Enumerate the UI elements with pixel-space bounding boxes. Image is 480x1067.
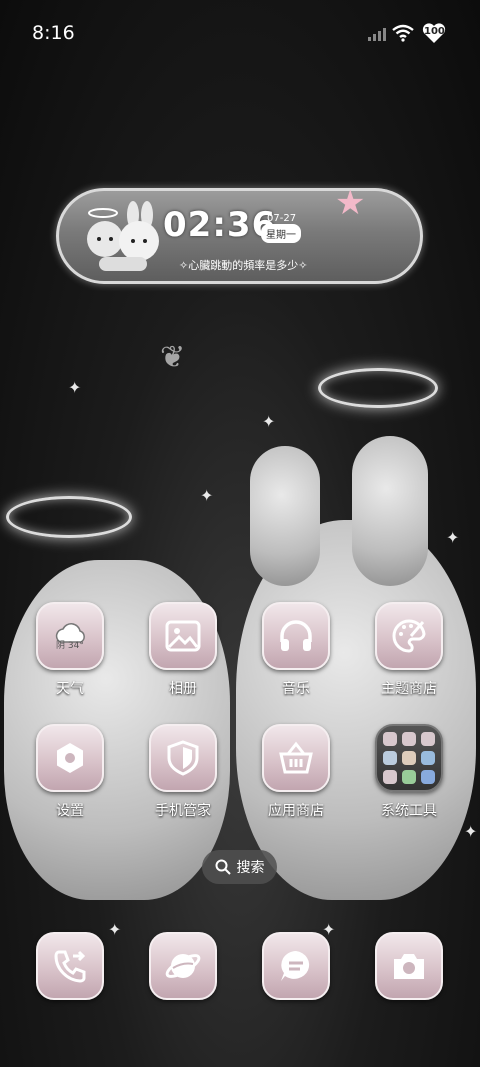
messages-icon [262,932,330,1000]
battery-level: 100 [424,26,445,37]
folder-mini-icon [402,770,416,784]
sparkle-decoration: ✦ [68,378,82,397]
app-music[interactable]: 音乐 [251,602,341,698]
basket-icon [262,724,330,792]
folder-mini-icon [402,751,416,765]
folder-mini-icon [402,732,416,746]
sparkle-decoration: ✦ [262,412,276,431]
app-label: 应用商店 [268,803,324,819]
app-theme-store[interactable]: 主题商店 [364,602,454,698]
folder-mini-icon [383,751,397,765]
bunny-plush-decoration [236,520,476,900]
app-system-tools-folder[interactable]: 系统工具 [364,724,454,820]
angel-plush-art-icon [87,201,159,271]
app-label: 主题商店 [381,681,437,697]
dock-messages[interactable] [261,932,331,1000]
folder-mini-icon [383,770,397,784]
status-time: 8:16 [32,22,75,44]
star-decoration-icon: ★ [335,183,366,223]
widget-caption: ✧心臟跳動的頻率是多少✧ [179,259,308,272]
bunny-ear-decoration [250,446,320,586]
clock-widget[interactable]: 02:36 07-27 星期一 ✧心臟跳動的頻率是多少✧ ★ [56,183,423,284]
wallpaper: ✦ ✦ ✦ ✦ ✦ ✦ ✦ ❦ [0,0,480,1067]
folder-mini-icon [421,732,435,746]
app-gallery[interactable]: 相册 [138,602,228,698]
widget-time: 02:36 [163,205,277,245]
folder-mini-icon [421,770,435,784]
cellular-signal-icon [368,28,386,41]
app-label: 相册 [169,681,197,697]
halo-decoration [6,496,132,538]
folder-mini-icon [383,732,397,746]
app-app-store[interactable]: 应用商店 [251,724,341,820]
app-weather[interactable]: 阴 34° 天气 [25,602,115,698]
app-label: 音乐 [282,681,310,697]
widget-weekday: 星期一 [261,224,301,243]
headphones-icon [262,602,330,670]
bunny-ear-decoration [352,436,428,586]
gallery-icon [149,602,217,670]
weather-temp: 阴 34° [56,641,84,651]
dock-browser[interactable] [148,932,218,1000]
search-icon [215,859,231,875]
sparkle-decoration: ✦ [464,822,478,841]
wifi-icon [392,24,414,42]
browser-icon [149,932,217,1000]
sparkle-decoration: ✦ [446,528,460,547]
app-label: 天气 [56,681,84,697]
dock-phone[interactable] [35,932,105,1000]
status-bar: 8:16 100 [0,0,480,66]
sparkle-decoration: ✦ [200,486,214,505]
folder-mini-icon [421,751,435,765]
butterfly-decoration: ❦ [160,340,186,375]
app-label: 手机管家 [155,803,211,819]
app-phone-manager[interactable]: 手机管家 [138,724,228,820]
sparkle-decoration: ✦ [108,920,122,939]
weather-icon: 阴 34° [36,602,104,670]
phone-icon [36,932,104,1000]
dock-camera[interactable] [374,932,444,1000]
widget-date: 07-27 [267,213,297,224]
palette-icon [375,602,443,670]
shield-icon [149,724,217,792]
halo-decoration [318,368,438,408]
folder-icon [375,724,443,792]
camera-icon [375,932,443,1000]
app-label: 系统工具 [381,803,437,819]
app-label: 设置 [56,803,84,819]
search-button[interactable]: 搜索 [202,850,277,884]
settings-icon [36,724,104,792]
search-label: 搜索 [236,860,265,876]
app-settings[interactable]: 设置 [25,724,115,820]
